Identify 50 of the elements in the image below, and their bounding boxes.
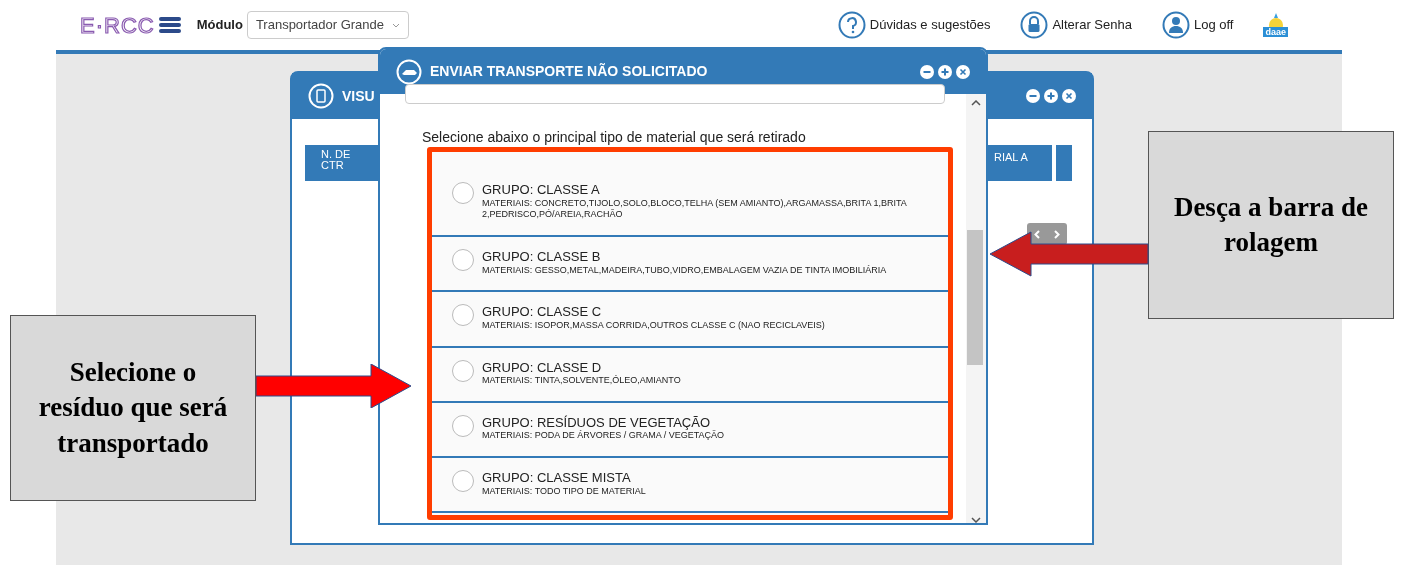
user-icon xyxy=(1161,11,1190,39)
lock-icon xyxy=(1020,11,1049,39)
module-label: Módulo xyxy=(196,16,243,35)
scroll-down-icon[interactable] xyxy=(971,517,981,523)
document-icon xyxy=(308,83,334,109)
option-title: GRUPO: CLASSE B xyxy=(482,248,602,265)
window-title: VISU xyxy=(342,86,375,106)
logo: E·RCC xyxy=(80,11,155,40)
modal-title: ENVIAR TRANSPORTE NÃO SOLICITADO xyxy=(430,62,708,81)
maximize-icon[interactable] xyxy=(1044,89,1058,103)
minimize-icon[interactable] xyxy=(920,64,934,79)
option-title: GRUPO: RESÍDUOS DE VEGETAÇÃO xyxy=(482,414,711,430)
option-title: GRUPO: CLASSE MISTA xyxy=(482,470,632,486)
option-description: MATERIAIS: TINTA,SOLVENTE,ÓLEO,AMIANTO xyxy=(482,375,681,387)
scrollbar-thumb[interactable] xyxy=(967,230,983,365)
brand-logo: daae xyxy=(1263,12,1288,38)
option-description: MATERIAIS: PODA DE ÁRVORES / GRAMA / VEGETAÇÃO xyxy=(482,430,725,443)
radio-button[interactable] xyxy=(452,359,474,382)
chevron-right-icon[interactable] xyxy=(1054,229,1060,239)
option-title: GRUPO: CLASSE C xyxy=(482,304,603,320)
callout-box: Selecione o resíduo que será transportado xyxy=(10,315,256,501)
chevron-down-icon xyxy=(392,22,401,28)
option-description: MATERIAIS: TODO TIPO DE MATERIAL xyxy=(482,485,646,498)
module-select[interactable]: Transportador Grande xyxy=(246,11,410,39)
option-description: MATERIAIS: GESSO,METAL,MADEIRA,TUBO,VIDRO,EMBALAGEM VAZIA DE TINTA IMOBILIÁRIA xyxy=(482,264,887,277)
header-link[interactable]: Dúvidas e sugestões xyxy=(837,11,991,39)
callout-box: Desça a barra de rolagem xyxy=(1148,131,1394,319)
scrollbar[interactable] xyxy=(966,94,986,523)
option-description: MATERIAIS: ISOPOR,MASSA CORRIDA,OUTROS CLASSE C (NAO RECICLAVEIS) xyxy=(482,319,825,332)
header-link[interactable]: Alterar Senha xyxy=(1020,11,1132,39)
minimize-icon[interactable] xyxy=(1026,89,1040,103)
option-description: MATERIAIS: CONCRETO,TIJOLO,SOLO,BLOCO,TELHA (SEM AMIANTO),ARGAMASSA,BRITA 1,BRITA 2,PEDRISCO,PÓ/AREIA,RACHÃO xyxy=(482,197,908,221)
header-link[interactable]: Log off xyxy=(1161,11,1234,39)
option-title: GRUPO: CLASSE A xyxy=(482,182,601,198)
radio-button[interactable] xyxy=(452,414,474,437)
radio-button[interactable] xyxy=(452,182,474,204)
column-header[interactable]: RIAL A xyxy=(986,145,1052,181)
close-icon[interactable] xyxy=(1062,89,1076,103)
close-icon[interactable] xyxy=(956,64,970,79)
scroll-up-icon[interactable] xyxy=(971,100,981,106)
maximize-icon[interactable] xyxy=(938,64,952,79)
help-icon xyxy=(837,11,866,39)
menu-icon[interactable] xyxy=(158,16,181,34)
option-title: GRUPO: CLASSE D xyxy=(482,359,603,375)
radio-button[interactable] xyxy=(452,304,474,327)
radio-button[interactable] xyxy=(452,470,474,493)
radio-button[interactable] xyxy=(452,248,474,271)
instruction-text: Selecione abaixo o principal tipo de material que será retirado xyxy=(422,128,806,147)
chevron-left-icon[interactable] xyxy=(1034,229,1040,239)
select-field[interactable] xyxy=(405,84,945,104)
